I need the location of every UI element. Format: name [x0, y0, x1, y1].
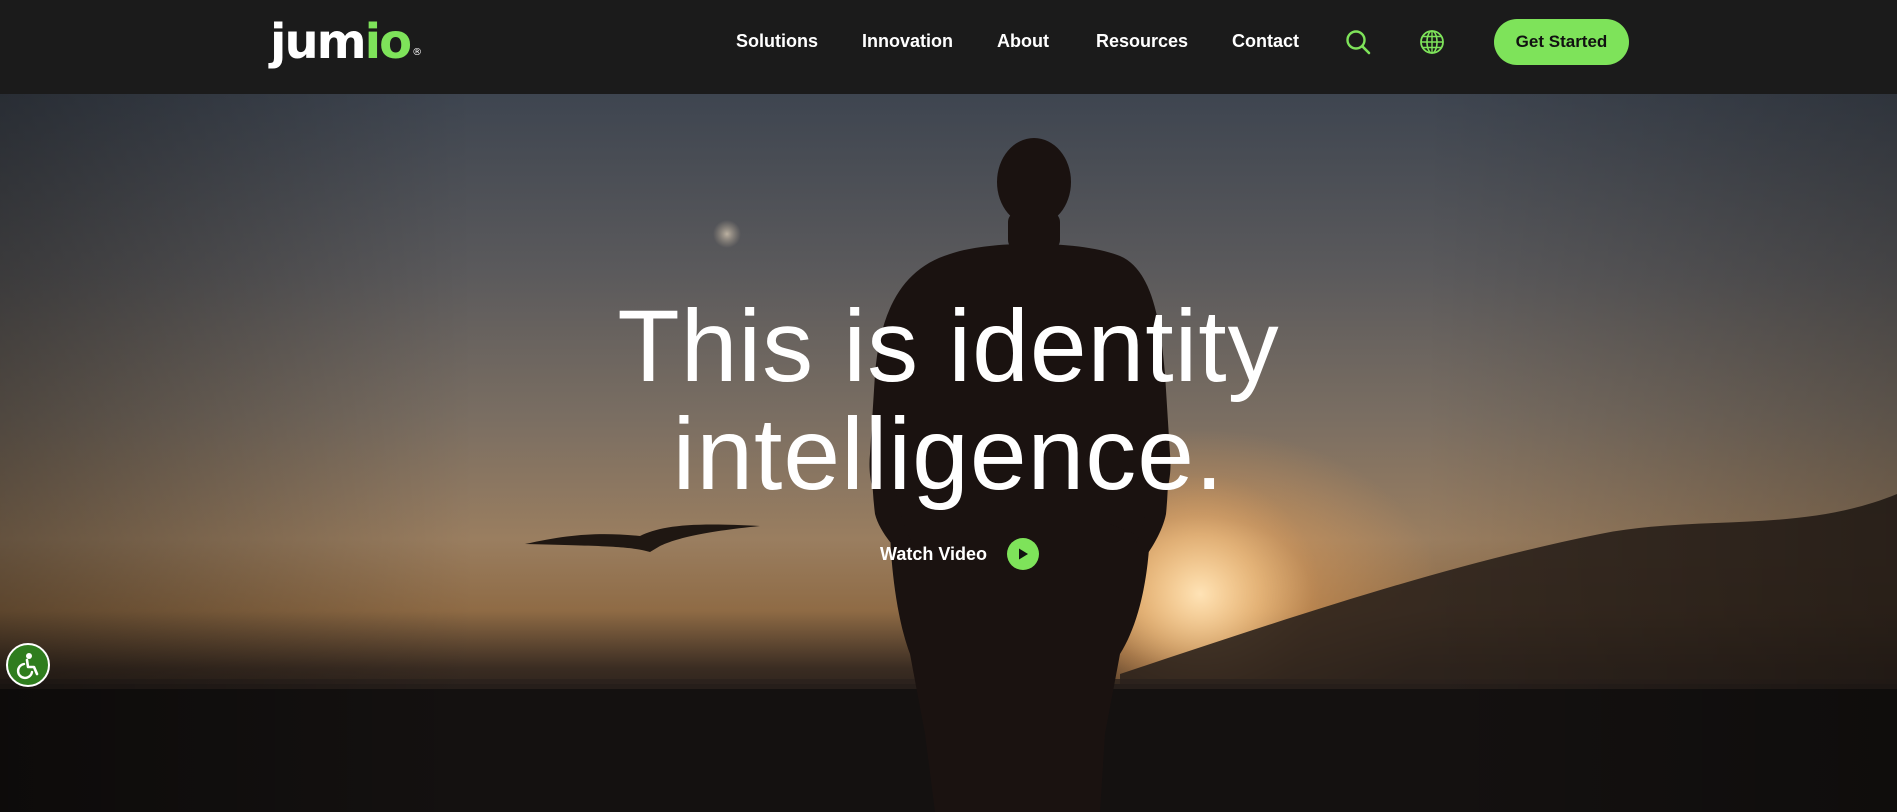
watch-video-label: Watch Video [880, 543, 988, 564]
nav-solutions[interactable]: Solutions [736, 28, 818, 54]
hero-headline: This is identity intelligence. [0, 292, 1897, 508]
logo-text-accent: io [364, 14, 412, 70]
nav-contact[interactable]: Contact [1232, 28, 1299, 54]
hero-headline-line1: This is identity [617, 289, 1280, 403]
hero-headline-line2: intelligence. [672, 397, 1225, 511]
nav-innovation[interactable]: Innovation [862, 28, 953, 54]
watch-video-button[interactable]: Watch Video [880, 538, 1040, 570]
jumio-logo[interactable]: jum io ® [270, 14, 423, 70]
accessibility-icon[interactable] [6, 643, 50, 687]
play-icon [1007, 538, 1040, 570]
nav-resources[interactable]: Resources [1096, 28, 1188, 54]
nav-about[interactable]: About [997, 28, 1049, 54]
search-icon[interactable] [1344, 28, 1372, 56]
site-header: jum io ® Solutions Innovation About Resour… [0, 0, 1897, 94]
get-started-button[interactable]: Get Started [1494, 19, 1629, 65]
logo-text-main: jum [270, 14, 367, 70]
hero-section: This is identity intelligence. Watch Vid… [0, 94, 1897, 812]
logo-registered-mark: ® [412, 47, 423, 58]
globe-icon[interactable] [1418, 28, 1446, 56]
